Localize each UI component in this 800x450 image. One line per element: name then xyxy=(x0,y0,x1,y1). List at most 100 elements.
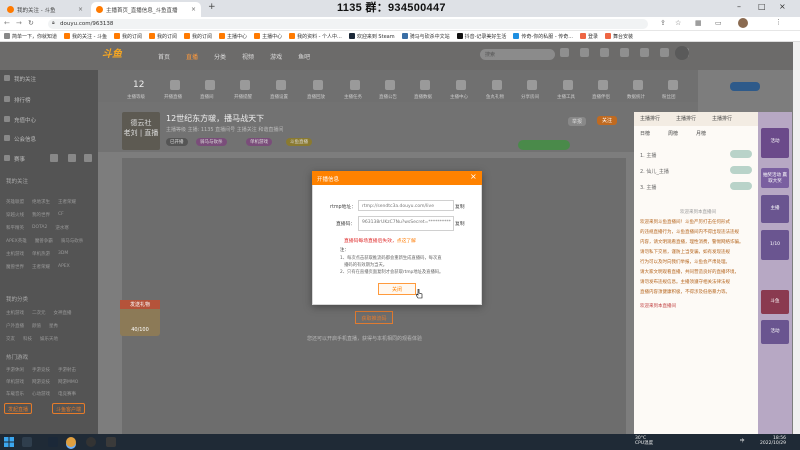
warning-icon[interactable] xyxy=(350,80,360,90)
nav-category[interactable]: 分类 xyxy=(214,52,226,61)
nav-game[interactable]: 游戏 xyxy=(270,52,282,61)
sidebar-item-guild[interactable]: 公会信息 xyxy=(14,135,36,143)
dialog-close-icon[interactable]: × xyxy=(470,172,477,181)
settings-icon[interactable] xyxy=(276,80,286,90)
task-icon[interactable] xyxy=(660,48,669,57)
room-icon[interactable] xyxy=(205,80,215,90)
bookmark-item[interactable]: 我的订阅 xyxy=(184,33,212,40)
rank-tab[interactable]: 主播排行 xyxy=(712,115,732,122)
share-icon[interactable]: ⇪ xyxy=(660,19,666,27)
bookmark-item[interactable]: 骑马与砍杀中文站 xyxy=(401,33,450,40)
sidebar-item-rank[interactable]: 排行榜 xyxy=(14,96,31,104)
douyu-logo[interactable]: 斗鱼 xyxy=(102,45,122,60)
tool-label[interactable]: 鱼丸礼物 xyxy=(486,94,504,100)
tab-daily[interactable]: 日榜 xyxy=(640,130,650,137)
minimize-icon[interactable]: – xyxy=(737,2,741,11)
category-link[interactable]: 和平精英 xyxy=(6,225,24,231)
category-link[interactable]: 我的世界 xyxy=(32,212,50,218)
new-tab-icon[interactable]: + xyxy=(208,2,216,12)
copy-rtmp-button[interactable]: 复制 xyxy=(455,203,465,210)
history-icon[interactable] xyxy=(580,48,589,57)
tool-label[interactable]: 直播回放 xyxy=(307,94,325,100)
data-icon[interactable] xyxy=(420,80,430,90)
category-link[interactable]: DOTA2 xyxy=(32,225,47,231)
bookmark-item[interactable]: 我的资料 - 个人中... xyxy=(289,33,342,40)
tool-label[interactable]: 开播直播 xyxy=(164,94,182,100)
category-link[interactable]: 主机游戏 xyxy=(6,310,24,316)
category-link[interactable]: APEX英雄 xyxy=(6,238,27,244)
browser-tab-active[interactable]: 主播首页_直播信息_斗鱼直播 × xyxy=(91,2,201,17)
category-link[interactable]: 科技 xyxy=(23,336,32,342)
category-link[interactable]: 骑马与砍杀 xyxy=(61,238,84,244)
room-tag[interactable]: 斗鱼直播 xyxy=(286,138,312,146)
room-tag[interactable]: 已开播 xyxy=(166,138,188,146)
category-link[interactable]: 户外直播 xyxy=(6,323,24,329)
chrome-icon[interactable] xyxy=(66,437,76,447)
category-link[interactable]: 网游竞技 xyxy=(32,379,50,385)
live-icon[interactable] xyxy=(170,80,180,90)
activity-banner[interactable]: 主播 xyxy=(761,195,789,223)
rank-tab[interactable]: 主播排行 xyxy=(676,115,696,122)
sidepanel-icon[interactable]: ▭ xyxy=(715,19,722,27)
category-link[interactable]: 手游竞技 xyxy=(32,367,50,373)
tool-label[interactable]: 直播伴侣 xyxy=(592,94,610,100)
category-link[interactable]: 主机游戏 xyxy=(6,251,24,257)
category-link[interactable]: 王者荣耀 xyxy=(58,199,76,205)
back-icon[interactable]: ← xyxy=(4,19,10,27)
nav-video[interactable]: 视频 xyxy=(242,52,254,61)
notice-icon[interactable] xyxy=(385,80,395,90)
get-stream-code-button[interactable]: 获取推流码 xyxy=(355,311,393,324)
windows-start-icon[interactable] xyxy=(4,437,14,447)
category-link[interactable]: 手游射击 xyxy=(58,367,76,373)
close-window-icon[interactable]: × xyxy=(779,2,786,11)
bookmark-item[interactable]: 抖音-记录美好生活 xyxy=(456,33,506,40)
category-link[interactable]: 娱乐天地 xyxy=(40,336,58,342)
pc-client-badge[interactable] xyxy=(730,82,760,91)
category-link[interactable]: 车载音乐 xyxy=(6,391,24,397)
stream-key-field[interactable]: 963138rUKzC7Nu?wsSecret=********** xyxy=(358,216,454,231)
input-method[interactable]: 中 xyxy=(740,439,745,444)
room-tag[interactable]: 骑马与砍杀 xyxy=(196,138,227,146)
bookmark-item[interactable]: 我的订阅 xyxy=(149,33,177,40)
page-scrollbar[interactable] xyxy=(793,42,800,434)
app-icon[interactable] xyxy=(106,437,116,447)
bookmark-item[interactable]: 简单一下，你就知道 xyxy=(4,33,57,40)
forward-icon[interactable]: → xyxy=(16,19,22,27)
tool-label[interactable]: 直播设置 xyxy=(270,94,288,100)
alarm-icon[interactable] xyxy=(240,80,250,90)
search-icon[interactable] xyxy=(22,437,32,447)
bookmark-item[interactable]: 登录 xyxy=(579,33,598,40)
category-link[interactable]: 心动游戏 xyxy=(32,391,50,397)
sidebar-item-match[interactable]: 赛事 xyxy=(14,155,25,163)
share-icon[interactable] xyxy=(527,80,537,90)
category-link[interactable]: 手游休闲 xyxy=(6,367,24,373)
rtmp-address-field[interactable]: rtmp://sendtc3a.douyu.com/live xyxy=(358,200,454,211)
site-search-input[interactable]: 搜索 xyxy=(480,49,555,60)
nav-home[interactable]: 首页 xyxy=(158,52,170,61)
bookmark-item[interactable]: 舞台安装 xyxy=(605,33,633,40)
follow-icon[interactable] xyxy=(600,48,609,57)
maximize-icon[interactable]: □ xyxy=(758,2,766,11)
rank-row[interactable]: 1. 主播 xyxy=(640,152,656,159)
tool-label[interactable]: 主播工具 xyxy=(557,94,575,100)
tool-label[interactable]: 数据统计 xyxy=(627,94,645,100)
stats-icon[interactable] xyxy=(633,80,643,90)
category-link[interactable]: 魔兽争霸 xyxy=(35,238,53,244)
tool-label[interactable]: 直播数据 xyxy=(414,94,432,100)
category-link[interactable]: 英雄联盟 xyxy=(6,199,24,205)
category-link[interactable]: 网游MMO xyxy=(58,379,78,385)
category-link[interactable]: 星秀 xyxy=(49,323,58,329)
tab-monthly[interactable]: 月榜 xyxy=(696,130,706,137)
category-link[interactable]: 颜值 xyxy=(32,323,41,329)
gift-icon[interactable] xyxy=(492,80,502,90)
tool-label[interactable]: 粉丝团 xyxy=(662,94,676,100)
clock[interactable]: 18:56 2022/10/29 xyxy=(760,436,786,446)
obs-icon[interactable] xyxy=(86,437,96,447)
room-tag[interactable]: 单机游戏 xyxy=(246,138,272,146)
category-link[interactable]: 电竞赛事 xyxy=(58,391,76,397)
user-avatar[interactable] xyxy=(675,46,689,60)
close-tab-icon[interactable]: × xyxy=(191,6,196,13)
category-link[interactable]: CF xyxy=(58,212,64,218)
nav-yuba[interactable]: 鱼吧 xyxy=(298,52,310,61)
follow-button[interactable]: 关注 xyxy=(597,116,618,125)
